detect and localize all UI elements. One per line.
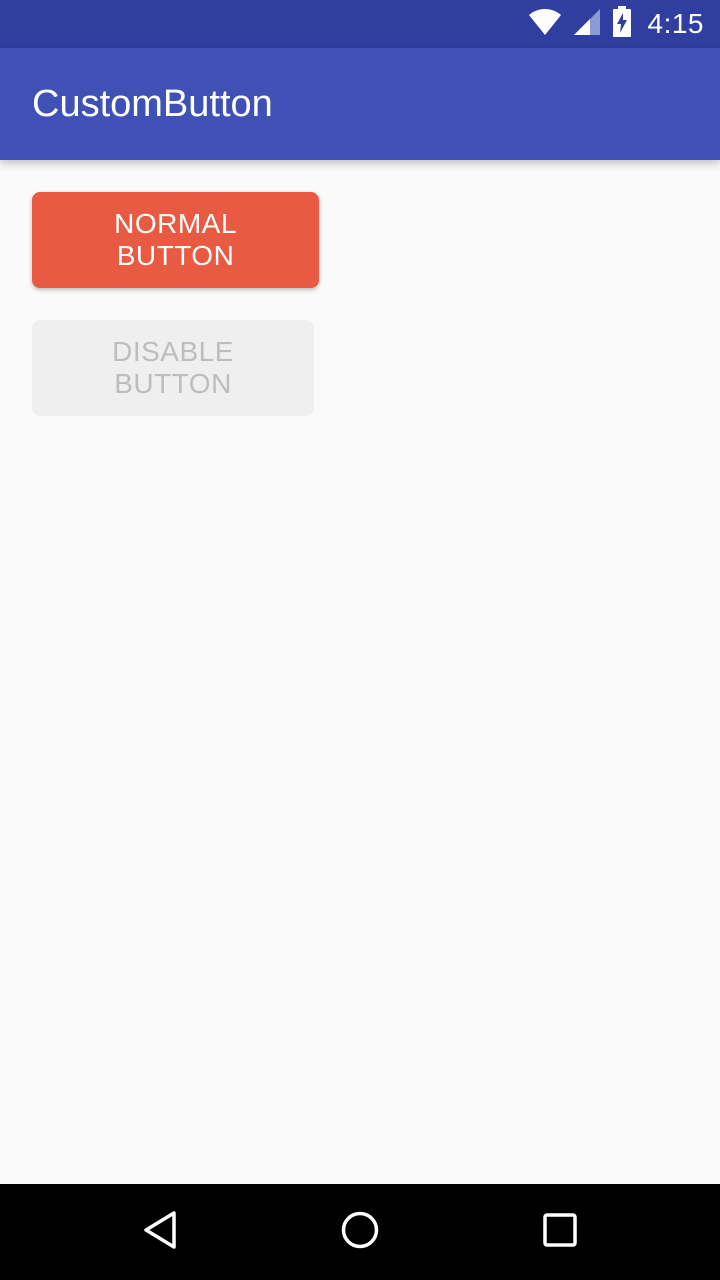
home-icon — [340, 1210, 380, 1255]
wifi-icon — [528, 8, 562, 41]
disable-button: DISABLE BUTTON — [32, 320, 314, 416]
status-icons: 4:15 — [528, 0, 705, 48]
app-bar: CustomButton — [0, 48, 720, 160]
status-bar: 4:15 — [0, 0, 720, 48]
content-area: NORMAL BUTTON DISABLE BUTTON — [0, 160, 720, 1184]
navigation-bar — [0, 1184, 720, 1280]
status-time: 4:15 — [647, 8, 704, 39]
recents-button[interactable] — [536, 1208, 584, 1256]
recents-icon — [542, 1212, 578, 1253]
normal-button[interactable]: NORMAL BUTTON — [32, 192, 319, 288]
back-icon — [142, 1210, 178, 1255]
home-button[interactable] — [336, 1208, 384, 1256]
battery-charging-icon — [612, 5, 632, 43]
app-title: CustomButton — [32, 83, 273, 125]
signal-icon — [572, 7, 602, 42]
back-button[interactable] — [136, 1208, 184, 1256]
